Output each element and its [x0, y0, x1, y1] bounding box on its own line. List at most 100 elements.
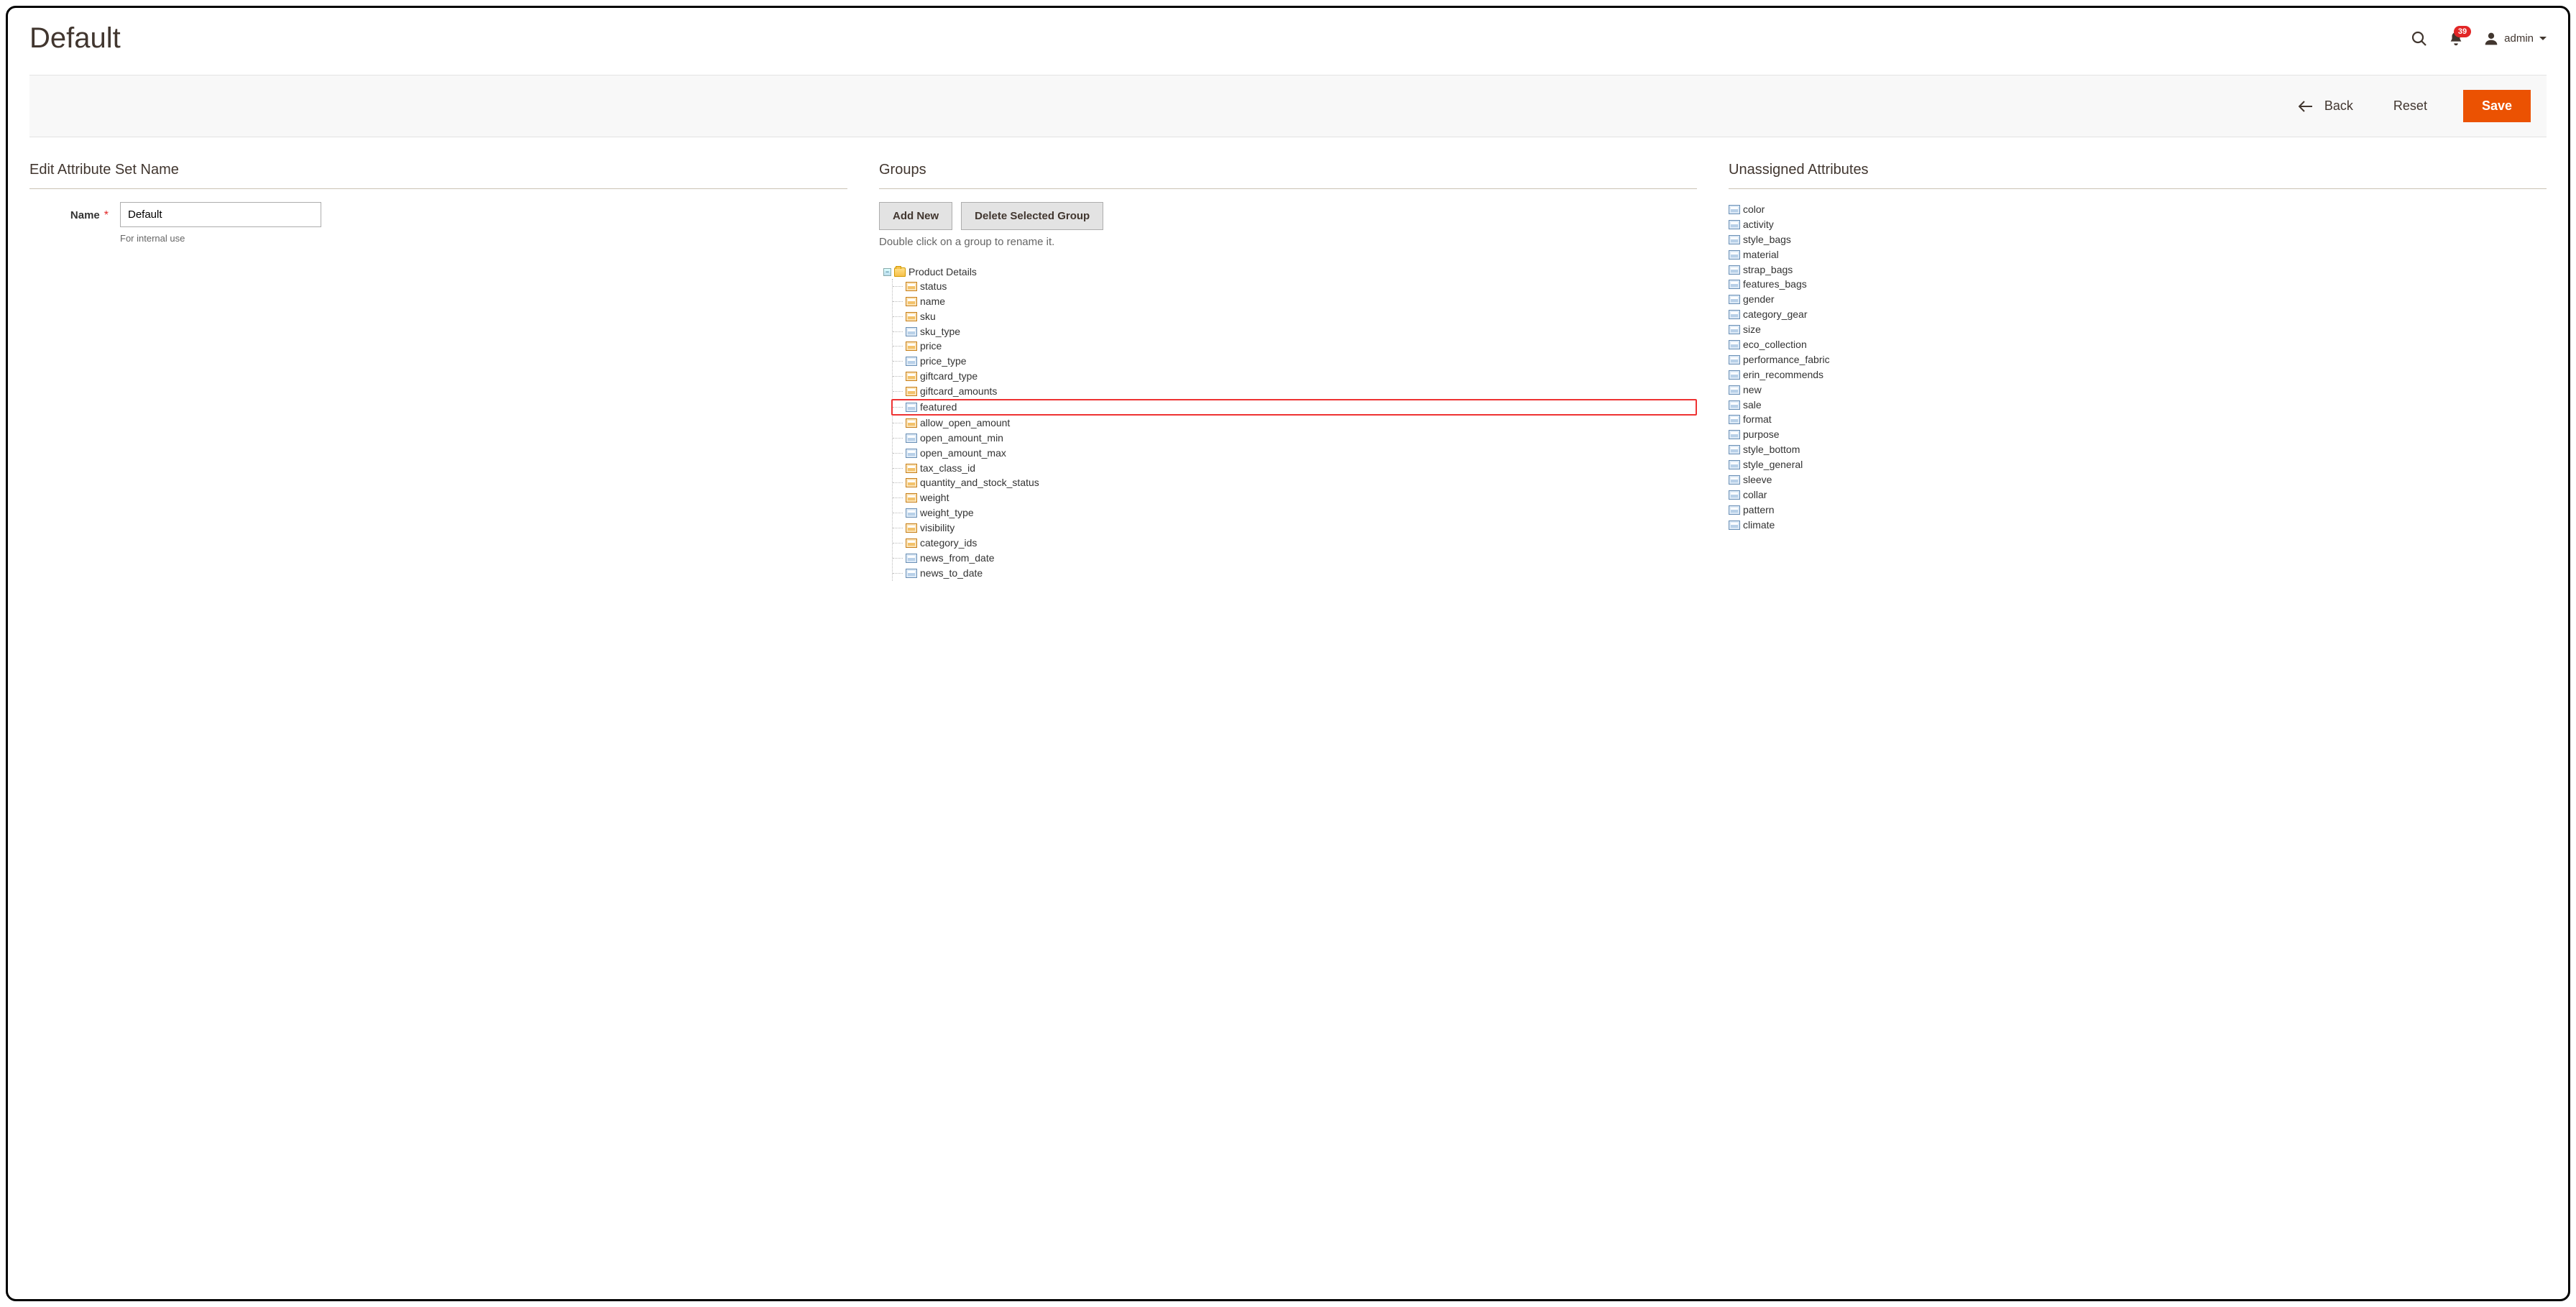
search-icon [2411, 30, 2428, 47]
save-button[interactable]: Save [2463, 90, 2531, 122]
unassigned-item[interactable]: new [1729, 382, 2547, 398]
unassigned-label: eco_collection [1743, 338, 1807, 352]
unassigned-item[interactable]: erin_recommends [1729, 367, 2547, 382]
unassigned-label: activity [1743, 218, 1774, 231]
attribute-icon [906, 372, 917, 381]
unassigned-item[interactable]: material [1729, 247, 2547, 262]
attribute-label: news_from_date [920, 551, 995, 565]
groups-title: Groups [879, 162, 1697, 189]
unassigned-item[interactable]: features_bags [1729, 277, 2547, 292]
unassigned-item[interactable]: climate [1729, 518, 2547, 533]
unassigned-item[interactable]: purpose [1729, 427, 2547, 442]
attribute-label: weight_type [920, 506, 974, 520]
unassigned-label: material [1743, 248, 1779, 262]
attribute-icon [1729, 475, 1740, 485]
attribute-label: sku [920, 310, 936, 324]
attribute-item[interactable]: sku [893, 309, 1697, 324]
attribute-icon [1729, 340, 1740, 349]
attribute-item[interactable]: giftcard_type [893, 369, 1697, 384]
attribute-item[interactable]: tax_class_id [893, 461, 1697, 476]
attribute-icon [906, 297, 917, 306]
page-header: Default 39 admin [29, 18, 2547, 75]
unassigned-label: climate [1743, 518, 1775, 532]
reset-button[interactable]: Reset [2389, 98, 2432, 114]
unassigned-label: category_gear [1743, 308, 1808, 321]
attribute-item[interactable]: price_type [893, 354, 1697, 369]
unassigned-item[interactable]: sale [1729, 398, 2547, 413]
attribute-icon [906, 523, 917, 533]
attribute-label: price_type [920, 354, 967, 368]
attribute-item[interactable]: allow_open_amount [893, 416, 1697, 431]
unassigned-item[interactable]: collar [1729, 487, 2547, 503]
back-button[interactable]: Back [2294, 98, 2358, 114]
search-button[interactable] [2411, 30, 2428, 47]
attribute-item[interactable]: giftcard_amounts [893, 384, 1697, 399]
attribute-icon [1729, 355, 1740, 364]
attribute-label: name [920, 295, 945, 308]
unassigned-item[interactable]: category_gear [1729, 307, 2547, 322]
attribute-icon [906, 327, 917, 336]
arrow-left-icon [2299, 101, 2313, 112]
unassigned-item[interactable]: pattern [1729, 503, 2547, 518]
attribute-item[interactable]: name [893, 294, 1697, 309]
attribute-item[interactable]: visibility [893, 520, 1697, 536]
attribute-item[interactable]: featured [891, 399, 1697, 416]
unassigned-item[interactable]: style_bottom [1729, 442, 2547, 457]
delete-group-button[interactable]: Delete Selected Group [961, 202, 1103, 230]
attribute-icon [1729, 235, 1740, 244]
unassigned-label: format [1743, 413, 1772, 426]
unassigned-section: Unassigned Attributes coloractivitystyle… [1729, 162, 2547, 533]
groups-tree: − Product Details statusnameskusku_typep… [879, 265, 1697, 581]
attribute-item[interactable]: news_from_date [893, 551, 1697, 566]
unassigned-label: new [1743, 383, 1762, 397]
unassigned-item[interactable]: activity [1729, 217, 2547, 232]
attribute-icon [906, 312, 917, 321]
unassigned-item[interactable]: format [1729, 412, 2547, 427]
unassigned-label: collar [1743, 488, 1767, 502]
group-label[interactable]: Product Details [908, 265, 977, 279]
attribute-icon [1729, 325, 1740, 334]
unassigned-item[interactable]: style_general [1729, 457, 2547, 472]
unassigned-item[interactable]: color [1729, 202, 2547, 217]
attribute-item[interactable]: open_amount_min [893, 431, 1697, 446]
unassigned-label: style_general [1743, 458, 1803, 472]
attribute-icon [906, 418, 917, 428]
attribute-item[interactable]: status [893, 279, 1697, 294]
attribute-item[interactable]: sku_type [893, 324, 1697, 339]
attribute-icon [1729, 205, 1740, 214]
user-menu[interactable]: admin [2484, 31, 2547, 47]
unassigned-item[interactable]: eco_collection [1729, 337, 2547, 352]
action-toolbar: Back Reset Save [29, 75, 2547, 137]
attribute-item[interactable]: weight [893, 490, 1697, 505]
unassigned-item[interactable]: gender [1729, 292, 2547, 307]
unassigned-label: performance_fabric [1743, 353, 1830, 367]
attribute-item[interactable]: open_amount_max [893, 446, 1697, 461]
attribute-icon [906, 403, 917, 412]
attribute-item[interactable]: category_ids [893, 536, 1697, 551]
attribute-icon [1729, 385, 1740, 395]
unassigned-item[interactable]: size [1729, 322, 2547, 337]
add-group-button[interactable]: Add New [879, 202, 952, 230]
attribute-item[interactable]: price [893, 339, 1697, 354]
notification-badge: 39 [2454, 26, 2471, 37]
attribute-item[interactable]: quantity_and_stock_status [893, 475, 1697, 490]
notifications-button[interactable]: 39 [2448, 30, 2464, 47]
attribute-label: open_amount_max [920, 446, 1006, 460]
unassigned-label: style_bottom [1743, 443, 1800, 457]
attribute-icon [906, 357, 917, 366]
attribute-item[interactable]: news_to_date [893, 566, 1697, 581]
unassigned-item[interactable]: performance_fabric [1729, 352, 2547, 367]
attribute-item[interactable]: weight_type [893, 505, 1697, 520]
edit-name-title: Edit Attribute Set Name [29, 162, 847, 189]
collapse-icon[interactable]: − [883, 268, 891, 276]
unassigned-item[interactable]: style_bags [1729, 232, 2547, 247]
attribute-icon [906, 554, 917, 563]
edit-name-section: Edit Attribute Set Name Name* For intern… [29, 162, 847, 244]
chevron-down-icon [2539, 35, 2547, 42]
tree-root[interactable]: − Product Details [883, 265, 1697, 279]
unassigned-item[interactable]: sleeve [1729, 472, 2547, 487]
name-input[interactable] [120, 202, 321, 227]
attribute-icon [1729, 430, 1740, 439]
unassigned-item[interactable]: strap_bags [1729, 262, 2547, 278]
attribute-icon [906, 538, 917, 548]
